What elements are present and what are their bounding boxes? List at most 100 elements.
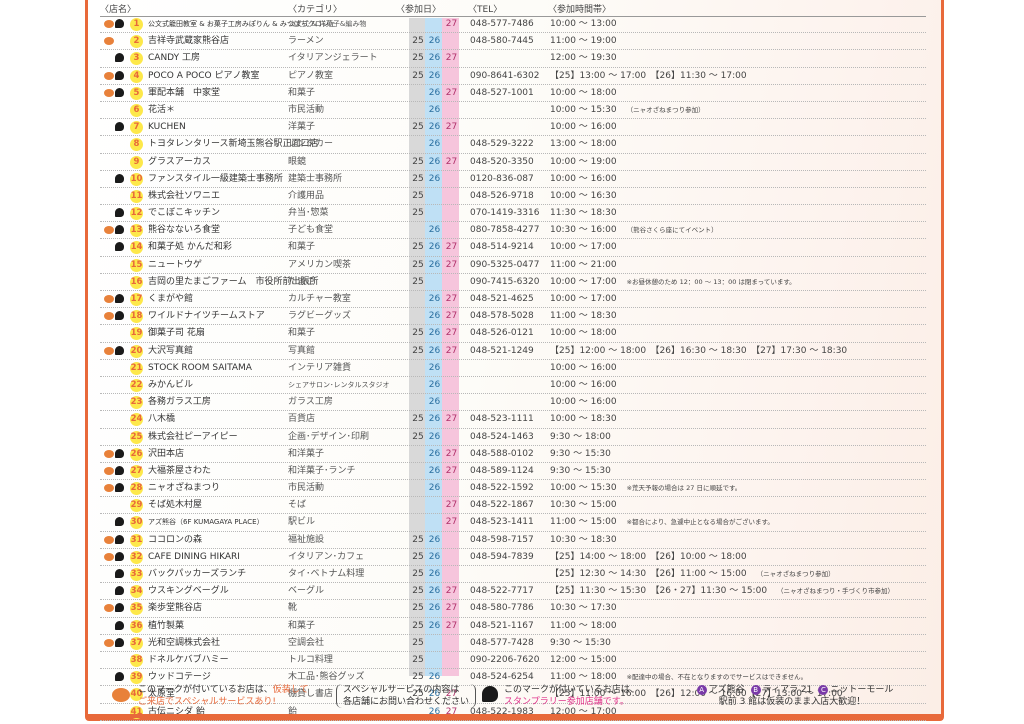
store-name: ドネルケバブハミー	[148, 654, 229, 665]
row-icons	[104, 16, 130, 32]
store-category: ガラス工房	[288, 397, 333, 408]
day-25: 25	[412, 620, 424, 631]
store-category: たまご	[288, 276, 315, 287]
ghost-icon	[115, 225, 124, 235]
row-icons	[104, 514, 130, 530]
store-tel: 048-521-1249	[470, 345, 534, 356]
store-number: 30	[130, 516, 143, 530]
table-row: 7 KUCHEN 洋菓子 25 26 27 10:00 ～ 16:00	[100, 119, 926, 137]
ghost-icon	[115, 534, 124, 544]
day-25: 25	[412, 70, 424, 81]
table-row: 18 ワイルドナイツチームストア ラグビーグッズ 26 27 048-578-5028 11…	[100, 308, 926, 326]
pumpkin-icon	[104, 88, 114, 97]
store-category: インテリア雑貨	[288, 362, 352, 373]
time-note: ※荒天予報の場合は 27 日に順延です。	[626, 484, 742, 493]
time-range: 10:30 ～ 18:30	[550, 534, 617, 545]
row-icons	[104, 480, 130, 496]
store-time: 9:30 ～ 15:30	[550, 463, 621, 479]
row-icons	[104, 308, 130, 324]
store-tel: 048-580-7786	[470, 603, 534, 614]
store-number: 5	[130, 86, 143, 100]
store-time: 10:00 ～ 15:30 （ニャオざねまつり参加）	[550, 102, 705, 118]
store-time: 10:30 ～ 17:30	[550, 600, 627, 616]
store-category: 市民活動	[288, 483, 325, 494]
row-icons	[104, 497, 130, 513]
day-26: 26	[428, 379, 441, 390]
pumpkin-icon	[104, 312, 114, 321]
store-tel: 048-577-7486	[470, 19, 534, 29]
store-number: 10	[130, 172, 143, 186]
station-label: アズ熊谷	[708, 685, 745, 695]
ghost-icon	[115, 483, 124, 493]
stations-note: 駅前 3 館は仮装のまま入店大歓迎！	[718, 697, 866, 707]
time-range: 12:00 ～ 15:00	[550, 654, 617, 665]
store-time: 10:00 ～ 15:30 ※荒天予報の場合は 27 日に順延です。	[550, 480, 741, 496]
pumpkin-legend: このマークが付いているお店は、仮装して ご来店でスペシャルサービスあり!	[138, 684, 308, 708]
ghost-icon	[115, 517, 124, 527]
time-range: 10:00 ～ 18:00	[550, 328, 617, 339]
row-icons	[104, 325, 130, 341]
table-row: 14 和菓子処 かんだ和彩 和菓子 25 26 27 048-514-9214 10:00 ～…	[100, 239, 926, 257]
ghost-legend: このマークが付いているお店は、 スタンプラリー参加店舗です。	[504, 684, 639, 708]
day-26: 26	[428, 586, 441, 597]
store-category: 和菓子	[288, 620, 316, 631]
time-range: 10:00 ～ 18:00	[550, 87, 617, 98]
ghost-icon	[115, 465, 124, 475]
store-time: 9:30 ～ 18:00	[550, 429, 621, 445]
row-icons	[104, 119, 130, 135]
store-name: 各務ガラス工房	[148, 397, 211, 408]
ghost-legend-line1: このマークが付いているお店は、	[504, 685, 639, 695]
special-service-note: スペシャルサービスの内容は 各店舗にお問い合わせください	[336, 684, 477, 708]
day-26: 26	[428, 569, 441, 579]
store-time: 10:00 ～ 17:00 ※お昼休憩のため 12：00 ～ 13：00 は閉まっ…	[550, 274, 796, 290]
table-row: 34 ウスキングベーグル ベーグル 25 26 27 048-522-7717 【25】11:…	[100, 583, 926, 601]
pumpkin-icon	[104, 552, 114, 561]
time-range: 11:00 ～ 15:00	[550, 517, 617, 528]
time-note: （ニャオざねまつり・手づくり市参加）	[777, 587, 895, 596]
store-time: 10:00 ～ 16:00	[550, 171, 627, 187]
store-list-panel: 〈店名〉 〈カテゴリ〉 〈参加日〉 〈TEL〉 〈参加時間帯〉 1 公文式籠田教室…	[85, 0, 944, 721]
time-range: 11:00 ～ 21:00	[550, 259, 617, 270]
time-range: 【25】12:30 ～ 14:30 【26】11:00 ～ 15:00	[550, 569, 747, 579]
store-tel: 048-522-7717	[470, 586, 534, 597]
ghost-icon	[115, 294, 124, 303]
store-tel: 048-577-7428	[470, 637, 534, 648]
store-time: 12:00 ～ 19:30	[550, 50, 627, 66]
store-time: 10:00 ～ 16:00	[550, 394, 627, 410]
store-category: 洋菓子	[288, 122, 316, 133]
table-row: 20 大沢写真館 写真館 25 26 27 048-521-1249 【25】12:00 ～ …	[100, 343, 926, 360]
store-number: 23	[130, 396, 143, 410]
store-category: そば	[288, 500, 307, 511]
time-range: 10:30 ～ 17:30	[550, 603, 617, 614]
pumpkin-icon	[104, 535, 114, 544]
store-time: 10:00 ～ 18:00	[550, 325, 627, 341]
day-27: 27	[445, 620, 458, 631]
pumpkin-icon	[104, 466, 114, 475]
store-number: 13	[130, 224, 143, 238]
store-tel: 048-520-3350	[470, 156, 534, 167]
store-category: 和菓子	[288, 328, 316, 339]
pumpkin-legend-line2: ご来店でスペシャルサービスあり!	[138, 697, 276, 707]
row-icons	[104, 549, 130, 565]
store-tel: 048-524-1463	[470, 431, 534, 442]
store-name: そば処木村屋	[148, 500, 203, 511]
table-row: 6 花活＊ 市民活動 26 10:00 ～ 15:30 （ニャオざねまつり参加）	[100, 102, 926, 120]
store-name: 植竹製菓	[148, 620, 185, 631]
day-26: 26	[428, 328, 441, 339]
pumpkin-icon	[104, 449, 114, 458]
store-time: 10:00 ～ 16:00	[550, 377, 627, 393]
store-tel: 090-7415-6320	[470, 276, 540, 287]
store-name: KUCHEN	[148, 122, 186, 133]
day-26: 26	[428, 104, 441, 115]
store-name: ココロンの森	[148, 534, 203, 545]
row-icons	[104, 583, 130, 599]
store-name: くまがや館	[148, 294, 194, 304]
day-27: 27	[445, 328, 458, 339]
table-row: 27 大福茶屋さわた 和洋菓子･ランチ 26 27 048-589-1124 9:30 ～ …	[100, 463, 926, 481]
day-26: 26	[428, 311, 441, 322]
day-27: 27	[445, 122, 458, 133]
store-category: ベーグル	[288, 586, 325, 597]
store-number: 21	[130, 361, 143, 375]
store-tel: 048-514-9214	[470, 242, 534, 253]
store-number: 3	[130, 52, 143, 66]
